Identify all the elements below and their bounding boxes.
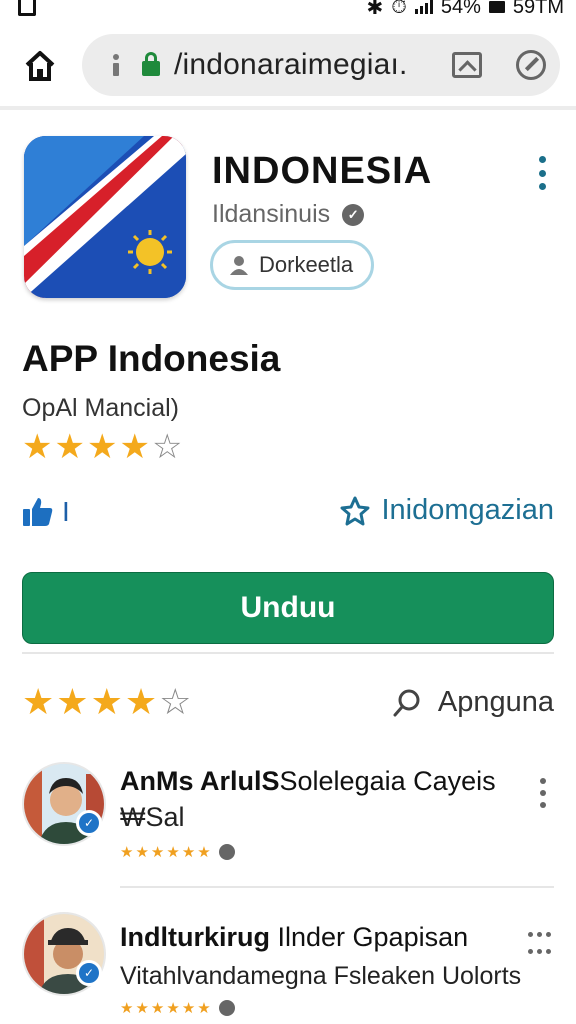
star-filled-icon: ★	[166, 999, 180, 1017]
alarm-icon: ⏱	[391, 0, 407, 18]
app-title: INDONESIA	[212, 150, 433, 192]
battery-percent: 54%	[440, 0, 481, 18]
star-filled-icon: ★	[197, 843, 211, 861]
lock-icon[interactable]	[142, 52, 162, 76]
info-icon[interactable]	[112, 54, 120, 76]
star-empty-icon[interactable]: ☆	[159, 684, 191, 720]
star-filled-icon: ★	[119, 428, 150, 466]
chip-label: Dorkeetla	[259, 252, 354, 277]
info-link[interactable]: Inidomgazian	[340, 494, 555, 527]
status-indicators: ✱ ⏱ 54% 59TM	[366, 0, 564, 19]
verified-badge-icon: ✓	[76, 810, 102, 836]
browser-toolbar: /indonaraimegiaı.	[0, 22, 576, 110]
info-badge-icon	[218, 844, 235, 860]
developer-row[interactable]: Ildansinuis ✓	[212, 200, 365, 229]
star-filled-icon: ★	[120, 999, 134, 1017]
install-label: Unduu	[240, 591, 336, 624]
home-icon	[25, 51, 55, 81]
review-item: ✓ Indlturkirug Ilnder Gpapisan Vitahlvan…	[0, 912, 576, 1024]
address-bar[interactable]: /indonaraimegiaı.	[82, 34, 560, 96]
review-stars: ★ ★ ★ ★ ★ ★	[120, 844, 235, 860]
reviews-rating-stars[interactable]: ★ ★ ★ ★ ☆	[22, 684, 191, 720]
divider	[22, 652, 554, 654]
like-count: I	[62, 496, 70, 527]
star-filled-icon[interactable]: ★	[22, 684, 54, 720]
star-filled-icon: ★	[135, 843, 149, 861]
status-bar: ✱ ⏱ 54% 59TM	[0, 0, 576, 22]
review-stars: ★ ★ ★ ★ ★ ★	[120, 1000, 235, 1016]
app-subtitle: OрAl Mancial)	[22, 394, 179, 422]
compass-icon[interactable]	[516, 50, 546, 80]
star-filled-icon: ★	[120, 843, 134, 861]
category-chip[interactable]: Dorkeetla	[210, 240, 375, 290]
home-button[interactable]	[22, 48, 58, 84]
reviewer-name-bold: AnMs ArlulS	[120, 766, 280, 796]
star-filled-icon: ★	[135, 999, 149, 1017]
verified-icon: ✓	[342, 203, 365, 226]
star-filled-icon: ★	[166, 843, 180, 861]
star-outline-icon	[340, 496, 369, 525]
reviewer-name-rest: Solelegaia Cayeis	[279, 766, 496, 796]
status-time: 59TM	[512, 0, 564, 18]
review-text: ₩Sal	[120, 802, 185, 832]
review-search-label: Apnguna	[437, 686, 554, 718]
star-filled-icon: ★	[86, 428, 118, 466]
like-button[interactable]: I	[22, 496, 70, 528]
reviewer-name-rest: Ilnder Gpapisan	[270, 922, 469, 952]
thumbs-up-icon	[23, 498, 53, 526]
developer-name[interactable]: Ildansinuis	[212, 200, 330, 229]
app-name: APP Indonesia	[22, 338, 281, 379]
star-filled-icon: ★	[181, 999, 196, 1017]
more-options-icon[interactable]	[536, 156, 548, 190]
star-filled-icon: ★	[181, 843, 196, 861]
bluetooth-icon: ✱	[366, 0, 384, 19]
install-button[interactable]: Unduu	[22, 572, 554, 644]
star-filled-icon: ★	[22, 428, 53, 466]
review-item: ✓ AnMs ArlulSSolelegaia Cayeis ₩Sal ★ ★ ★ ★…	[0, 762, 576, 882]
signal-icon	[414, 0, 433, 14]
star-filled-icon[interactable]: ★	[125, 684, 157, 720]
reviewer-name[interactable]: Indlturkirug Ilnder Gpapisan	[120, 922, 468, 953]
notification-icon	[18, 0, 36, 16]
star-filled-icon[interactable]: ★	[91, 684, 123, 720]
verified-badge-icon: ✓	[76, 960, 102, 986]
info-link-label: Inidomgazian	[381, 494, 555, 526]
divider	[120, 886, 554, 888]
person-icon	[230, 256, 248, 275]
review-more-icon[interactable]	[524, 928, 554, 958]
app-rating-stars: ★ ★ ★ ★ ☆	[22, 430, 182, 464]
star-filled-icon: ★	[150, 999, 165, 1017]
review-search-button[interactable]: Apnguna	[392, 686, 554, 719]
info-badge-icon	[218, 1000, 235, 1016]
tabs-icon[interactable]	[452, 52, 482, 78]
reviewer-name-bold: Indlturkirug	[120, 922, 270, 952]
battery-icon	[488, 1, 505, 13]
url-text[interactable]: /indonaraimegiaı.	[174, 48, 408, 82]
star-filled-icon: ★	[54, 428, 85, 466]
star-filled-icon[interactable]: ★	[56, 684, 88, 720]
review-text: Vitahlvandamegna Fsleaken Uolorts	[120, 962, 522, 990]
search-icon	[393, 689, 420, 716]
star-empty-icon: ☆	[151, 428, 183, 466]
star-filled-icon: ★	[150, 843, 165, 861]
star-filled-icon: ★	[197, 999, 211, 1017]
reviewer-name[interactable]: AnMs ArlulSSolelegaia Cayeis	[120, 766, 496, 797]
review-more-icon[interactable]	[538, 778, 548, 808]
app-icon	[24, 136, 186, 298]
